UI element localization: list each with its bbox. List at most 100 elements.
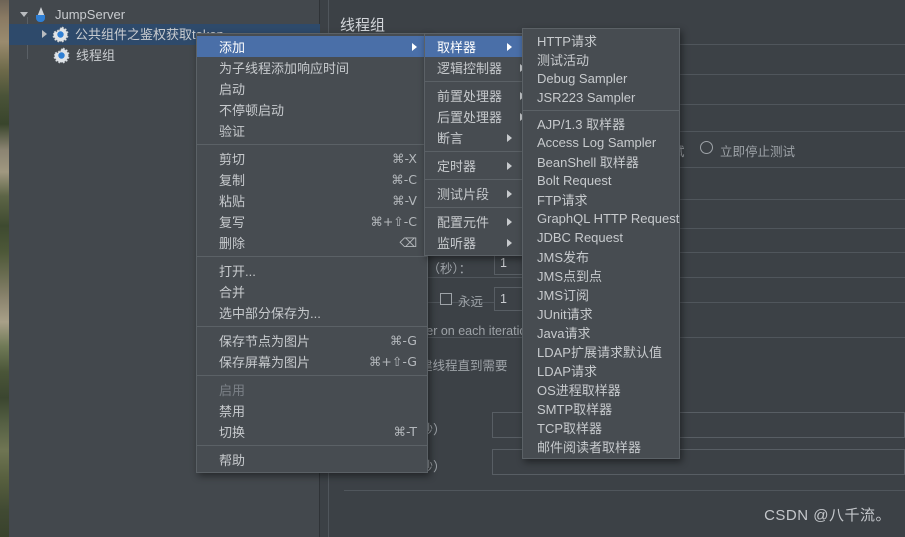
menu-item[interactable]: 选中部分保存为... [197, 302, 427, 323]
menu-item[interactable]: 合并 [197, 281, 427, 302]
menu-item[interactable]: SMTP取样器 [523, 399, 679, 418]
menu-item[interactable]: 逻辑控制器 [425, 57, 526, 78]
menu-item-label: JMS订阅 [537, 288, 590, 303]
menu-item[interactable]: 取样器 [425, 36, 522, 57]
menu-item[interactable]: FTP请求 [523, 190, 679, 209]
menu-item[interactable]: Java请求 [523, 323, 679, 342]
forever-label: 永远 [458, 295, 484, 309]
menu-item-label: 后置处理器 [437, 110, 503, 125]
forever-checkbox[interactable] [440, 293, 452, 305]
chevron-down-icon[interactable] [19, 8, 32, 21]
menu-separator [197, 445, 427, 446]
ramp-up-value: 1 [500, 256, 507, 270]
jmeter-icon [32, 6, 49, 23]
chevron-right-icon [507, 217, 513, 226]
chevron-right-icon[interactable] [39, 28, 52, 41]
menu-item[interactable]: 配置元件 [425, 211, 522, 232]
menu-separator [425, 179, 522, 180]
menu-item[interactable]: 复制 ⌘-C [197, 169, 427, 190]
menu-item[interactable]: Debug Sampler [523, 69, 679, 88]
menu-item[interactable]: 切换 ⌘-T [197, 421, 427, 442]
menu-item[interactable]: 复写 ⌘+⇧-C [197, 211, 427, 232]
menu-item-shortcut: ⌘-C [391, 172, 417, 187]
menu-item[interactable]: 测试片段 [425, 183, 522, 204]
gear-icon [52, 26, 69, 43]
menu-item-label: LDAP扩展请求默认值 [537, 345, 662, 360]
menu-item[interactable]: 打开... [197, 260, 427, 281]
menu-item-label: 断言 [437, 131, 464, 146]
menu-item-shortcut: ⌘-V [392, 193, 417, 208]
menu-item[interactable]: 定时器 [425, 155, 522, 176]
menu-item-label: 粘贴 [219, 194, 246, 209]
app-window: JumpServer 公共组件之鉴权获取token 线程组 线程组 立即停止测试… [0, 0, 905, 537]
menu-item[interactable]: 不停顿启动 [197, 99, 427, 120]
menu-item[interactable]: BeanShell 取样器 [523, 152, 679, 171]
menu-item-label: 复制 [219, 173, 246, 188]
menu-item[interactable]: 启动 [197, 78, 427, 99]
menu-item[interactable]: 保存节点为图片 ⌘-G [197, 330, 427, 351]
menu-item[interactable]: OS进程取样器 [523, 380, 679, 399]
stop-test-now-radio[interactable] [700, 141, 713, 154]
menu-item[interactable]: 保存屏幕为图片 ⌘+⇧-G [197, 351, 427, 372]
menu-item[interactable]: JUnit请求 [523, 304, 679, 323]
menu-item-label: 删除 [219, 236, 246, 251]
menu-item-label: GraphQL HTTP Request [537, 211, 680, 226]
menu-item-label: 合并 [219, 285, 246, 300]
menu-item[interactable]: HTTP请求 [523, 31, 679, 50]
menu-item[interactable]: GraphQL HTTP Request [523, 209, 679, 228]
chevron-right-icon [507, 42, 512, 51]
menu-item-label: 保存节点为图片 [219, 334, 311, 349]
menu-item[interactable]: 删除 ⌫ [197, 232, 427, 253]
menu-item[interactable]: 剪切 ⌘-X [197, 148, 427, 169]
context-menu[interactable]: 添加为子线程添加响应时间 启动不停顿启动 验证剪切 ⌘-X 复制 ⌘-C 粘贴 ⌘-V 复写 ⌘+… [196, 33, 428, 473]
gear-icon [53, 47, 70, 64]
menu-separator [425, 207, 522, 208]
menu-item[interactable]: JMS点到点 [523, 266, 679, 285]
menu-item[interactable]: 监听器 [425, 232, 522, 253]
delay-thread-text: 建线程直到需要 [420, 359, 508, 373]
menu-item[interactable]: JMS发布 [523, 247, 679, 266]
menu-item-label: TCP取样器 [537, 421, 603, 436]
menu-item-label: JMS发布 [537, 250, 590, 265]
menu-item-label: 配置元件 [437, 215, 490, 230]
menu-separator [197, 375, 427, 376]
menu-item[interactable]: LDAP请求 [523, 361, 679, 380]
menu-item-label: 前置处理器 [437, 89, 503, 104]
menu-item-label: SMTP取样器 [537, 402, 613, 417]
menu-item[interactable]: 断言 [425, 127, 522, 148]
menu-item[interactable]: 为子线程添加响应时间 [197, 57, 427, 78]
menu-item[interactable]: Bolt Request [523, 171, 679, 190]
menu-item-shortcut: ⌘-G [389, 333, 417, 348]
menu-item[interactable]: 邮件阅读者取样器 [523, 437, 679, 456]
chevron-right-icon [507, 161, 512, 170]
menu-item[interactable]: 后置处理器 [425, 106, 526, 127]
loop-count-value: 1 [500, 292, 507, 306]
menu-item-label: 为子线程添加响应时间 [219, 61, 350, 76]
menu-item[interactable]: 前置处理器 [425, 85, 526, 106]
menu-item[interactable]: JDBC Request [523, 228, 679, 247]
menu-item[interactable]: AJP/1.3 取样器 [523, 114, 679, 133]
menu-item[interactable]: 粘贴 ⌘-V [197, 190, 427, 211]
menu-item[interactable]: TCP取样器 [523, 418, 679, 437]
sampler-submenu[interactable]: HTTP请求 测试活动 Debug Sampler JSR223 Sampler AJP… [522, 28, 680, 459]
menu-item[interactable]: 验证 [197, 120, 427, 141]
tree-node-label: 线程组 [76, 48, 116, 63]
menu-separator [425, 81, 522, 82]
menu-item[interactable]: JMS订阅 [523, 285, 679, 304]
menu-item[interactable]: 帮助 [197, 449, 427, 470]
tree-node-root[interactable]: JumpServer [9, 4, 320, 25]
menu-item[interactable]: LDAP扩展请求默认值 [523, 342, 679, 361]
menu-item-label: 逻辑控制器 [437, 61, 503, 76]
menu-item[interactable]: Access Log Sampler [523, 133, 679, 152]
menu-item-label: 复写 [219, 215, 246, 230]
menu-item[interactable]: 禁用 [197, 400, 427, 421]
menu-item[interactable]: 测试活动 [523, 50, 679, 69]
form-divider [344, 490, 905, 491]
chevron-right-icon [507, 133, 512, 142]
add-submenu[interactable]: 取样器逻辑控制器前置处理器后置处理器断言定时器测试片段配置元件监听器 [424, 33, 526, 256]
menu-item-label: Debug Sampler [537, 71, 628, 86]
menu-item-label: 启动 [219, 82, 246, 97]
menu-item[interactable]: 添加 [197, 36, 427, 57]
menu-item[interactable]: JSR223 Sampler [523, 88, 679, 107]
menu-item-label: BeanShell 取样器 [537, 155, 639, 170]
